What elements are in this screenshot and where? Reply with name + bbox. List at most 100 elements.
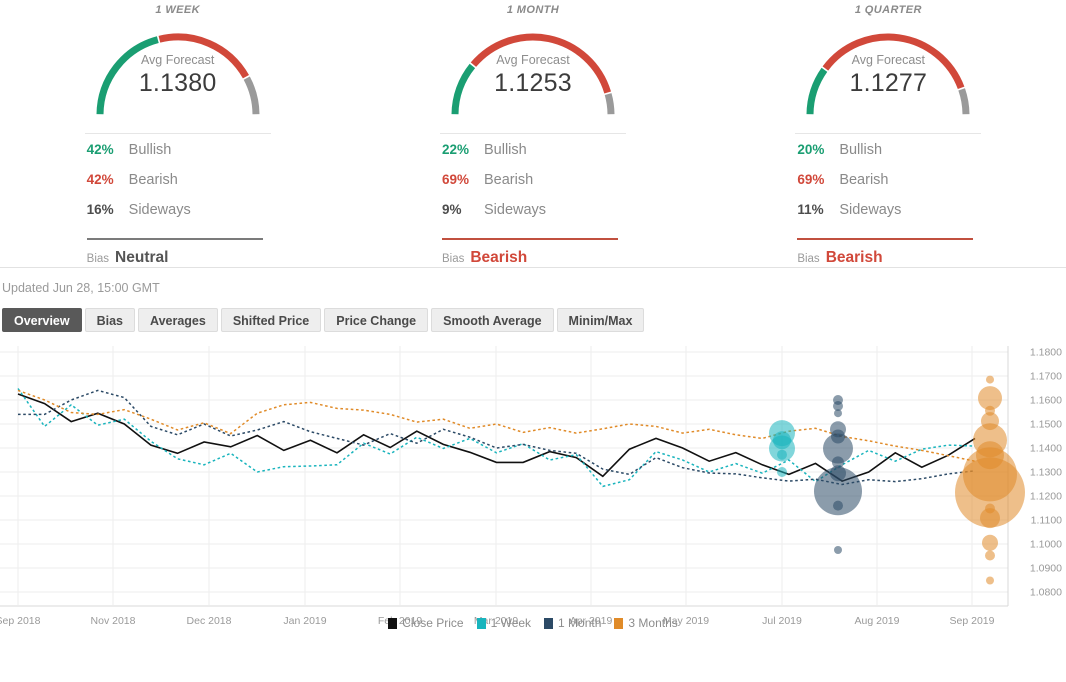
gauge-arc-sideways (604, 93, 615, 115)
stat-percent: 22% (441, 142, 470, 157)
bias-row: Bias Bearish (440, 249, 626, 267)
y-axis-tick-label: 1.0900 (1030, 563, 1062, 575)
forecast-card-title: 1 WEEK (155, 4, 200, 16)
gauge-arc-bearish (158, 33, 249, 79)
bias-value: Bearish (825, 249, 883, 266)
y-axis-tick-label: 1.1500 (1030, 419, 1062, 431)
gauge-arc-bearish (470, 33, 612, 94)
gauge-arc-sideways (243, 76, 260, 115)
stat-row-bearish: 69% Bearish (795, 172, 981, 202)
legend-item[interactable]: 1 Week (476, 616, 532, 630)
gauge-arc-bearish (822, 33, 965, 90)
forecast-bubble-1-month[interactable] (833, 500, 843, 511)
y-axis-tick-label: 1.1300 (1030, 467, 1062, 479)
forecast-card-title: 1 MONTH (506, 4, 560, 16)
forecast-bubble-3-months[interactable] (982, 534, 998, 551)
tab-averages[interactable]: Averages (138, 308, 218, 332)
forecast-card: 1 MONTH Avg Forecast 1.1253 22% Bullish 69% Be… (355, 0, 710, 267)
stat-row-bullish: 20% Bullish (795, 142, 981, 172)
y-axis-tick-label: 1.1600 (1030, 395, 1062, 407)
stat-row-bearish: 42% Bearish (85, 172, 271, 202)
y-axis-tick-label: 1.1400 (1030, 443, 1062, 455)
sentiment-gauge: Avg Forecast 1.1253 (440, 23, 626, 121)
forecast-bubble-1-week[interactable] (777, 467, 787, 477)
bias-divider (86, 238, 263, 240)
forecast-bubble-3-months[interactable] (986, 375, 994, 384)
legend-item[interactable]: Close Price (388, 616, 464, 630)
stat-label: Sideways (128, 202, 191, 218)
bias-divider (441, 238, 618, 240)
stat-row-bullish: 22% Bullish (440, 142, 626, 172)
gauge-arc-bullish (806, 67, 828, 115)
y-axis-tick-label: 1.1200 (1030, 491, 1062, 503)
gauge-arc-sideways (958, 88, 970, 115)
forecast-summary-row: 1 WEEK Avg Forecast 1.1380 42% Bullish 42% Bea… (0, 0, 1066, 268)
legend-label: 1 Week (490, 616, 532, 630)
forecast-bubble-3-months[interactable] (980, 508, 1000, 529)
forecast-card: 1 QUARTER Avg Forecast 1.1277 20% Bullish 69%… (711, 0, 1066, 267)
stat-label: Bullish (483, 142, 527, 158)
stat-row-bullish: 42% Bullish (85, 142, 271, 172)
y-axis-tick-label: 1.1100 (1031, 515, 1062, 527)
stat-row-sideways: 16% Sideways (85, 202, 271, 232)
forecast-bubble-1-month[interactable] (834, 409, 842, 418)
sentiment-gauge: Avg Forecast 1.1380 (85, 23, 271, 121)
y-axis-tick-label: 1.1800 (1030, 347, 1062, 359)
stat-row-bearish: 69% Bearish (440, 172, 626, 202)
sentiment-stats: 42% Bullish 42% Bearish 16% Sideways Bias Neutr… (84, 133, 271, 267)
stat-row-sideways: 11% Sideways (795, 202, 981, 232)
bias-divider (797, 238, 974, 240)
updated-timestamp: Updated Jun 28, 15:00 GMT (2, 281, 160, 295)
stat-label: Bullish (839, 142, 883, 158)
stat-row-sideways: 9% Sideways (440, 202, 626, 232)
chart-legend: Close Price 1 Week 1 Month 3 Months (0, 616, 1066, 630)
stat-percent: 69% (441, 172, 470, 187)
legend-label: 1 Month (558, 616, 602, 630)
tab-price-change[interactable]: Price Change (324, 308, 429, 332)
stat-percent: 20% (797, 142, 825, 157)
legend-item[interactable]: 3 Months (614, 616, 678, 630)
stat-label: Bearish (128, 172, 178, 188)
bias-value: Neutral (115, 249, 169, 266)
stat-percent: 42% (86, 142, 114, 157)
forecast-chart: 1.0800 1.0900 1.1000 1.1100 1.1200 1.1300 1.14… (0, 344, 1066, 634)
bias-caption: Bias (797, 253, 820, 265)
gauge-arc-bullish (451, 63, 476, 115)
bias-row: Bias Bearish (795, 249, 981, 267)
y-axis-tick-label: 1.1000 (1030, 539, 1062, 551)
forecast-card: 1 WEEK Avg Forecast 1.1380 42% Bullish 42% Bea… (0, 0, 355, 267)
tab-smooth-average[interactable]: Smooth Average (431, 308, 554, 332)
bias-caption: Bias (86, 253, 110, 265)
stat-percent: 9% (441, 202, 462, 217)
gauge-arc-bullish (96, 36, 159, 115)
forecast-card-title: 1 QUARTER (854, 4, 922, 16)
legend-swatch-icon (544, 617, 554, 629)
sentiment-gauge: Avg Forecast 1.1277 (795, 23, 981, 121)
forecast-bubble-3-months[interactable] (986, 576, 994, 585)
forecast-bubble-3-months[interactable] (985, 550, 995, 561)
stat-label: Sideways (839, 202, 902, 218)
tab-bias[interactable]: Bias (84, 308, 135, 332)
tab-minim-max[interactable]: Minim/Max (556, 308, 645, 332)
tab-overview[interactable]: Overview (2, 308, 82, 332)
legend-swatch-icon (614, 617, 624, 629)
stat-percent: 16% (86, 202, 114, 217)
bias-value: Bearish (470, 249, 528, 266)
chart-canvas: 1.0800 1.0900 1.1000 1.1100 1.1200 1.1300 1.14… (0, 346, 1062, 627)
legend-swatch-icon (388, 617, 398, 629)
legend-item[interactable]: 1 Month (544, 616, 601, 630)
y-axis-tick-label: 1.1700 (1030, 371, 1062, 383)
forecast-bubble-1-week[interactable] (777, 449, 787, 460)
legend-label: Close Price (402, 616, 464, 630)
stat-label: Bearish (839, 172, 889, 188)
forecast-bubble-1-month[interactable] (834, 546, 842, 554)
stat-label: Sideways (483, 202, 547, 218)
bias-caption: Bias (441, 253, 465, 265)
stat-percent: 11% (797, 202, 824, 217)
stat-label: Bullish (128, 142, 172, 158)
bias-row: Bias Neutral (85, 249, 271, 267)
tab-shifted-price[interactable]: Shifted Price (220, 308, 322, 332)
sentiment-stats: 22% Bullish 69% Bearish 9% Sideways Bias Bearis… (439, 133, 626, 267)
legend-label: 3 Months (628, 616, 678, 630)
legend-swatch-icon (476, 617, 486, 629)
